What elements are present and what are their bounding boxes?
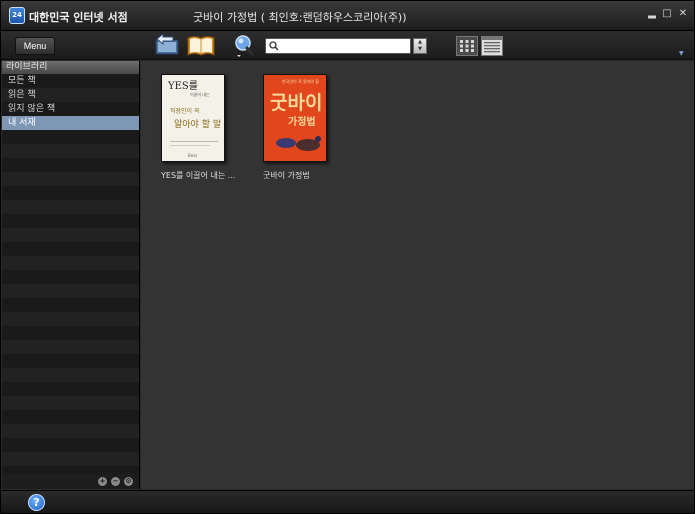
open-book-icon[interactable]	[186, 34, 216, 58]
close-button[interactable]: ✕	[677, 8, 689, 20]
cover-text: 한국인이 꼭 알아야 할	[282, 78, 319, 84]
sidebar-footer: + − ⚙	[2, 474, 139, 489]
title-bar[interactable]: 24 대한민국 인터넷 서점 굿바이 가정법 ( 최인호:랜덤하우스코리아(주)…	[1, 1, 694, 31]
collapse-toolbar-icon[interactable]: ▼	[679, 50, 684, 57]
sidebar-item-read-books[interactable]: 읽은 책	[2, 88, 139, 102]
sidebar-list: 모든 책 읽은 책 읽지 않은 책 내 서재	[2, 74, 139, 474]
search-box	[265, 38, 411, 54]
grid-view-button[interactable]	[456, 36, 478, 56]
help-button[interactable]: ?	[28, 494, 45, 511]
app-name: 대한민국 인터넷 서점	[29, 11, 128, 24]
back-to-library-icon[interactable]	[153, 32, 183, 58]
sidebar: 라이브러리 모든 책 읽은 책 읽지 않은 책 내 서재 + − ⚙	[2, 61, 140, 489]
cover-text: Bear	[188, 153, 198, 158]
cover-text: 알아야 할 말	[174, 118, 221, 130]
add-icon[interactable]: +	[98, 477, 107, 486]
cover-text: 이끌어 내는	[190, 91, 210, 97]
list-view-icon	[482, 37, 502, 55]
search-icon[interactable]	[231, 34, 261, 58]
list-view-button[interactable]	[481, 36, 503, 56]
book-cover[interactable]: YES를 이끌어 내는 직장인이 꼭 알아야 할 말 Bear	[161, 74, 225, 162]
cover-text: 굿바이	[270, 92, 322, 114]
book-title[interactable]: YES를 이끌어 내는 ...	[161, 170, 235, 181]
cover-text: YES를	[167, 80, 198, 92]
search-field-icon	[269, 41, 279, 51]
spin-up-icon[interactable]: ▲	[414, 39, 426, 46]
search-input[interactable]	[281, 39, 409, 53]
search-spinner[interactable]: ▲ ▼	[413, 38, 427, 54]
grid-view-icon	[457, 37, 477, 55]
spin-down-icon[interactable]: ▼	[414, 46, 426, 53]
sidebar-item-my-library[interactable]: 내 서재	[2, 116, 139, 130]
toolbar: Menu ▲ ▼ ▼	[1, 32, 694, 60]
app-logo-icon: 24	[9, 7, 25, 24]
remove-icon[interactable]: −	[111, 477, 120, 486]
window-title: 굿바이 가정법 ( 최인호:랜덤하우스코리아(주))	[193, 11, 407, 24]
app-window: 24 대한민국 인터넷 서점 굿바이 가정법 ( 최인호:랜덤하우스코리아(주)…	[0, 0, 695, 514]
cover-text: 가정법	[288, 115, 316, 128]
menu-button[interactable]: Menu	[15, 37, 55, 55]
book-cover[interactable]: 한국인이 꼭 알아야 할 굿바이 가정법	[263, 74, 327, 162]
cover-text: 직장인이 꼭	[170, 107, 200, 115]
book-title[interactable]: 굿바이 가정법	[263, 170, 310, 181]
sidebar-item-unread-books[interactable]: 읽지 않은 책	[2, 102, 139, 116]
sidebar-header: 라이브러리	[2, 61, 139, 74]
book-grid: YES를 이끌어 내는 직장인이 꼭 알아야 할 말 Bear YES를 이끌어…	[141, 61, 694, 489]
status-bar: ?	[1, 490, 694, 513]
minimize-button[interactable]: ▂	[646, 8, 658, 20]
settings-icon[interactable]: ⚙	[124, 477, 133, 486]
sidebar-item-all-books[interactable]: 모든 책	[2, 74, 139, 88]
maximize-button[interactable]: □	[661, 8, 673, 20]
